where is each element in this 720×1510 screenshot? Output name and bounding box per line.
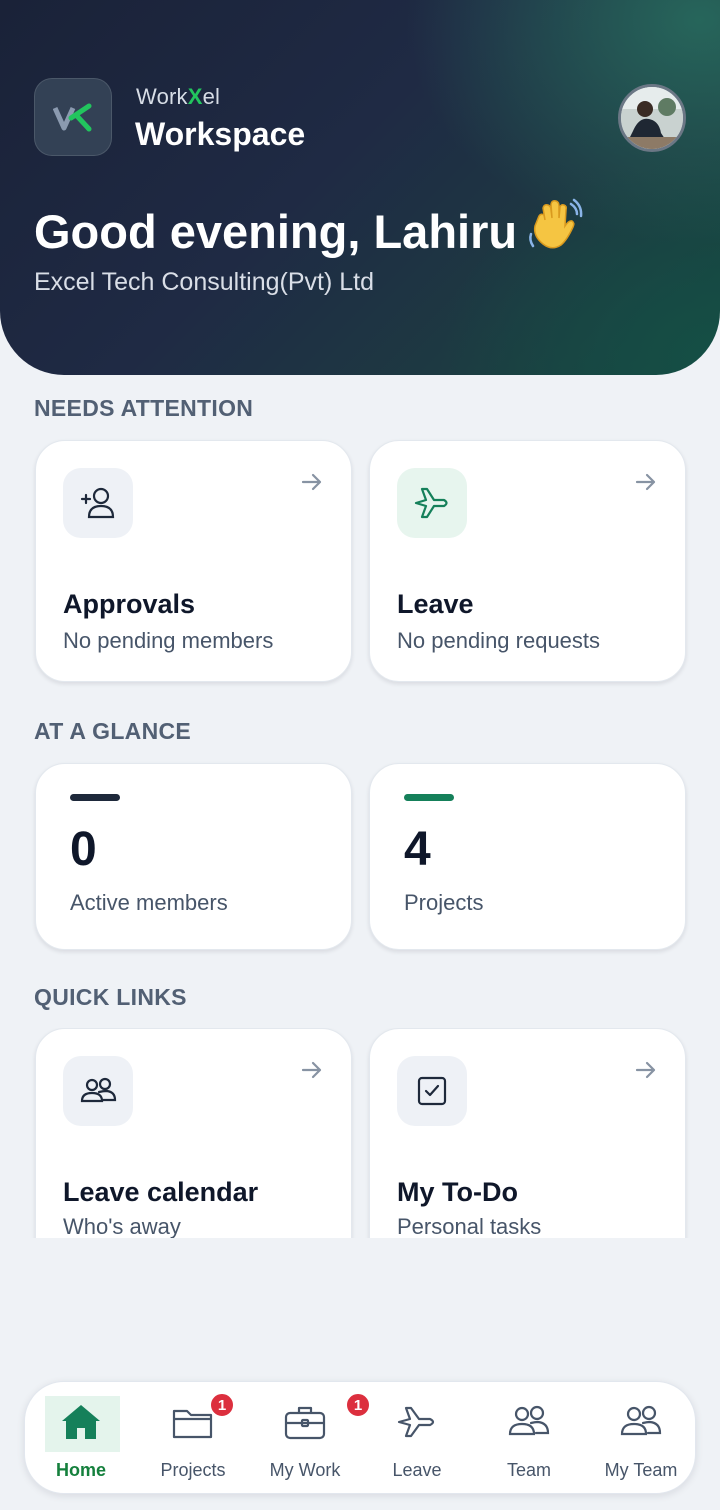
stat-value: 4 (404, 823, 431, 876)
nav-home[interactable]: Home (25, 1382, 137, 1495)
my-todo-card[interactable]: My To-Do Personal tasks (369, 1028, 686, 1238)
briefcase-icon (284, 1406, 326, 1440)
person-add-icon (63, 468, 133, 538)
quick-links-heading: QUICK LINKS (34, 984, 187, 1010)
quick-links-scroll-area: Leave calendar Who's away My To-Do Perso… (0, 1028, 720, 1238)
app-logo (34, 78, 112, 156)
notification-badge: 1 (209, 1392, 235, 1418)
leave-card[interactable]: Leave No pending requests (369, 440, 686, 682)
card-title: Approvals (63, 589, 196, 619)
leave-calendar-card[interactable]: Leave calendar Who's away (35, 1028, 352, 1238)
nav-label: Home (55, 1460, 106, 1480)
arrow-right-icon (635, 1059, 657, 1086)
nav-team[interactable]: Team (473, 1382, 585, 1495)
stat-value: 0 (70, 823, 97, 876)
avatar[interactable] (618, 84, 686, 152)
stat-accent-bar (70, 794, 120, 801)
profile-photo (621, 87, 683, 149)
people-icon (620, 1405, 662, 1436)
people-icon (63, 1056, 133, 1126)
brand-title: Workspace (135, 116, 306, 152)
card-subtitle: No pending members (63, 628, 274, 653)
card-title: Leave (397, 589, 474, 619)
card-subtitle: No pending requests (397, 628, 601, 653)
nav-label: Team (506, 1460, 551, 1480)
arrow-right-icon (301, 1059, 323, 1086)
nav-label: Projects (160, 1460, 226, 1480)
nav-label: My Work (269, 1460, 341, 1480)
nav-label: My Team (604, 1460, 678, 1480)
waving-hand-icon (525, 196, 583, 265)
brand-name: WorkXel (136, 84, 221, 109)
nav-leave[interactable]: Leave (361, 1382, 473, 1495)
home-icon (62, 1405, 100, 1439)
stat-label: Active members (70, 890, 228, 915)
card-title: My To-Do (397, 1177, 518, 1207)
greeting: Good evening, Lahiru (34, 196, 583, 265)
stat-accent-bar (404, 794, 454, 801)
needs-attention-heading: NEEDS ATTENTION (34, 395, 254, 421)
airplane-icon (397, 1406, 435, 1438)
card-title: Leave calendar (63, 1177, 259, 1207)
hero-header: WorkXel Workspace Good evening, Lahiru E… (0, 0, 720, 375)
projects-stat[interactable]: 4 Projects (369, 763, 686, 950)
company-name: Excel Tech Consulting(Pvt) Ltd (34, 268, 374, 296)
people-icon (508, 1405, 550, 1436)
stat-label: Projects (404, 890, 484, 915)
nav-label: Leave (392, 1460, 442, 1480)
bottom-navigation: Home 1 Projects 1 My Work Leave Team My … (24, 1381, 696, 1494)
nav-my-team[interactable]: My Team (585, 1382, 697, 1495)
active-members-stat[interactable]: 0 Active members (35, 763, 352, 950)
approvals-card[interactable]: Approvals No pending members (35, 440, 352, 682)
nav-projects[interactable]: 1 Projects (137, 1382, 249, 1495)
checkbox-icon (397, 1056, 467, 1126)
logo-icon (53, 103, 92, 132)
nav-my-work[interactable]: 1 My Work (249, 1382, 371, 1495)
at-a-glance-heading: AT A GLANCE (34, 718, 192, 744)
airplane-icon (397, 468, 467, 538)
arrow-right-icon (635, 471, 657, 498)
card-subtitle: Personal tasks (397, 1214, 542, 1238)
card-subtitle: Who's away (63, 1214, 181, 1238)
arrow-right-icon (301, 471, 323, 498)
